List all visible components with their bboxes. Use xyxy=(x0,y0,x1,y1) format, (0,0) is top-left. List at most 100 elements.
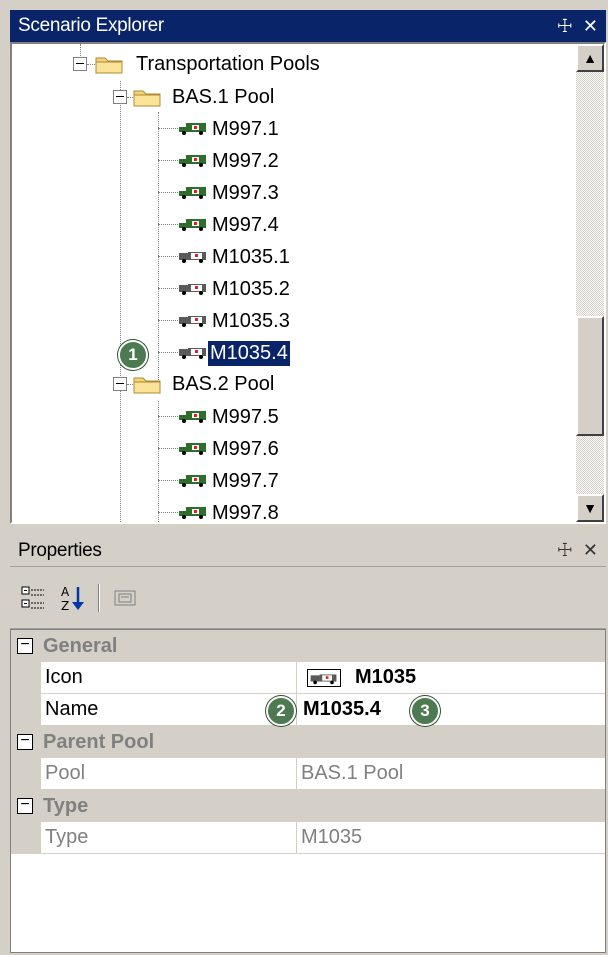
category-general[interactable]: − General xyxy=(11,630,605,662)
tree-node-label: M1035.3 xyxy=(212,309,290,332)
toolbar-separator xyxy=(98,583,100,612)
property-name: Pool xyxy=(41,758,297,790)
property-name: Name xyxy=(41,694,297,726)
svg-text:A: A xyxy=(61,585,70,599)
icon-value-text: M1035 xyxy=(355,666,417,688)
sort-az-icon: A Z xyxy=(61,585,84,612)
property-value-name[interactable]: M1035.4 xyxy=(297,694,605,726)
category-type[interactable]: − Type xyxy=(11,790,605,822)
tree-node-label: M997.5 xyxy=(212,405,279,428)
collapse-bas2-pool[interactable] xyxy=(113,377,127,391)
tree-node-vehicle[interactable]: M1035.2 xyxy=(210,273,292,305)
category-label: General xyxy=(43,634,118,657)
property-value-pool: BAS.1 Pool xyxy=(297,758,605,790)
property-name: Type xyxy=(41,822,297,854)
tree-node-vehicle[interactable]: M997.4 xyxy=(210,209,281,241)
collapse-icon[interactable]: − xyxy=(17,733,33,750)
tree-node-vehicle[interactable]: M997.3 xyxy=(210,177,281,209)
category-parent-pool[interactable]: − Parent Pool xyxy=(11,726,605,758)
tree-node-vehicle[interactable]: M997.8 xyxy=(210,497,281,524)
explorer-vertical-scrollbar[interactable]: ▲ ▼ xyxy=(576,44,604,522)
m997-vehicle-icon xyxy=(179,187,206,199)
tree-node-label: M997.8 xyxy=(212,501,279,524)
property-row-type[interactable]: Type M1035 xyxy=(11,822,605,854)
scenario-explorer-panel: Transportation Pools BAS.1 Pool M997.1 M… xyxy=(10,42,606,524)
folder-icon xyxy=(133,377,161,394)
tree-node-vehicle[interactable]: M997.2 xyxy=(210,145,281,177)
arrow-up-icon: ▲ xyxy=(583,50,597,66)
pin-icon[interactable]: ☩ xyxy=(557,540,573,561)
scenario-explorer-titlebar: Scenario Explorer ☩ ✕ xyxy=(10,10,606,42)
tree-node-vehicle[interactable]: M997.6 xyxy=(210,433,281,465)
m1035-vehicle-icon xyxy=(179,316,206,327)
tree-node-label: Transportation Pools xyxy=(136,52,320,75)
folder-icon xyxy=(95,57,123,74)
property-value-type: M1035 xyxy=(297,822,605,854)
property-row-pool[interactable]: Pool BAS.1 Pool xyxy=(11,758,605,790)
tree-node-vehicle[interactable]: M997.5 xyxy=(210,401,281,433)
m997-vehicle-icon xyxy=(179,443,206,455)
arrow-down-icon: ▼ xyxy=(583,500,597,516)
properties-toolbar: A Z xyxy=(10,567,606,629)
tree-node-label: M997.1 xyxy=(212,117,279,140)
tree-node-label: M1035.1 xyxy=(212,245,290,268)
property-grid[interactable]: − General Icon M1035 Name M1035.4 − Pare… xyxy=(10,629,606,953)
properties-titlebar: Properties ☩ ✕ xyxy=(10,535,606,567)
collapse-icon[interactable]: − xyxy=(17,637,33,654)
tree-node-label: M997.6 xyxy=(212,437,279,460)
m997-vehicle-icon xyxy=(179,411,206,423)
property-pages-icon xyxy=(114,590,136,605)
tree-node-label: BAS.2 Pool xyxy=(172,372,275,395)
collapse-bas1-pool[interactable] xyxy=(113,90,127,104)
tree-node-vehicle[interactable]: M997.7 xyxy=(210,465,281,497)
categorized-icon xyxy=(21,586,44,608)
categorized-view-button[interactable] xyxy=(18,583,48,613)
m1035-vehicle-icon xyxy=(179,284,206,295)
properties-panel: A Z − General Icon M1035 Name M1035.4 − … xyxy=(10,567,606,953)
m1035-vehicle-icon xyxy=(307,668,341,687)
property-row-name[interactable]: Name M1035.4 xyxy=(11,694,605,726)
tree-node-label: M1035.4 xyxy=(207,339,291,367)
close-icon[interactable]: ✕ xyxy=(583,16,598,37)
properties-title: Properties xyxy=(18,539,102,561)
alphabetical-sort-button[interactable]: A Z xyxy=(58,583,88,613)
annotation-badge-3: 3 xyxy=(410,696,440,726)
property-name: Icon xyxy=(41,662,297,694)
tree-node-label: M997.2 xyxy=(212,149,279,172)
tree-node-vehicle-selected[interactable]: M1035.4 xyxy=(207,337,291,369)
collapse-icon[interactable]: − xyxy=(17,797,33,814)
tree-node-label: M997.7 xyxy=(212,469,279,492)
collapse-transportation-pools[interactable] xyxy=(73,57,87,71)
tree-node-vehicle[interactable]: M1035.1 xyxy=(210,241,292,273)
tree-node-vehicle[interactable]: M997.1 xyxy=(210,113,281,145)
scroll-down-button[interactable]: ▼ xyxy=(576,494,604,522)
tree-node-label: M997.4 xyxy=(212,213,279,236)
m997-vehicle-icon xyxy=(179,475,206,487)
close-icon[interactable]: ✕ xyxy=(583,540,598,561)
category-label: Type xyxy=(43,794,89,817)
property-pages-button[interactable] xyxy=(110,583,140,613)
scrollbar-thumb[interactable] xyxy=(576,316,604,436)
tree-node-label: M997.3 xyxy=(212,181,279,204)
pin-icon[interactable]: ☩ xyxy=(557,16,573,37)
folder-icon xyxy=(133,90,161,107)
m1035-vehicle-icon xyxy=(179,348,206,359)
tree-node-vehicle[interactable]: M1035.3 xyxy=(210,305,292,337)
m997-vehicle-icon xyxy=(179,507,206,519)
scenario-tree[interactable]: Transportation Pools BAS.1 Pool M997.1 M… xyxy=(12,44,577,522)
tree-node-label: M1035.2 xyxy=(212,277,290,300)
m997-vehicle-icon xyxy=(179,219,206,231)
property-row-icon[interactable]: Icon M1035 xyxy=(11,662,605,694)
m997-vehicle-icon xyxy=(179,123,206,135)
tree-node-transportation-pools[interactable]: Transportation Pools xyxy=(134,48,322,80)
svg-text:Z: Z xyxy=(61,599,69,612)
scenario-explorer-title: Scenario Explorer xyxy=(18,15,164,36)
scroll-up-button[interactable]: ▲ xyxy=(576,44,604,72)
m997-vehicle-icon xyxy=(179,155,206,167)
tree-node-bas1-pool[interactable]: BAS.1 Pool xyxy=(170,81,276,113)
m1035-vehicle-icon xyxy=(179,252,206,263)
property-value-icon[interactable]: M1035 xyxy=(297,662,605,694)
annotation-badge-2: 2 xyxy=(266,696,296,726)
annotation-badge-1: 1 xyxy=(118,340,148,370)
tree-node-bas2-pool[interactable]: BAS.2 Pool xyxy=(170,368,276,400)
